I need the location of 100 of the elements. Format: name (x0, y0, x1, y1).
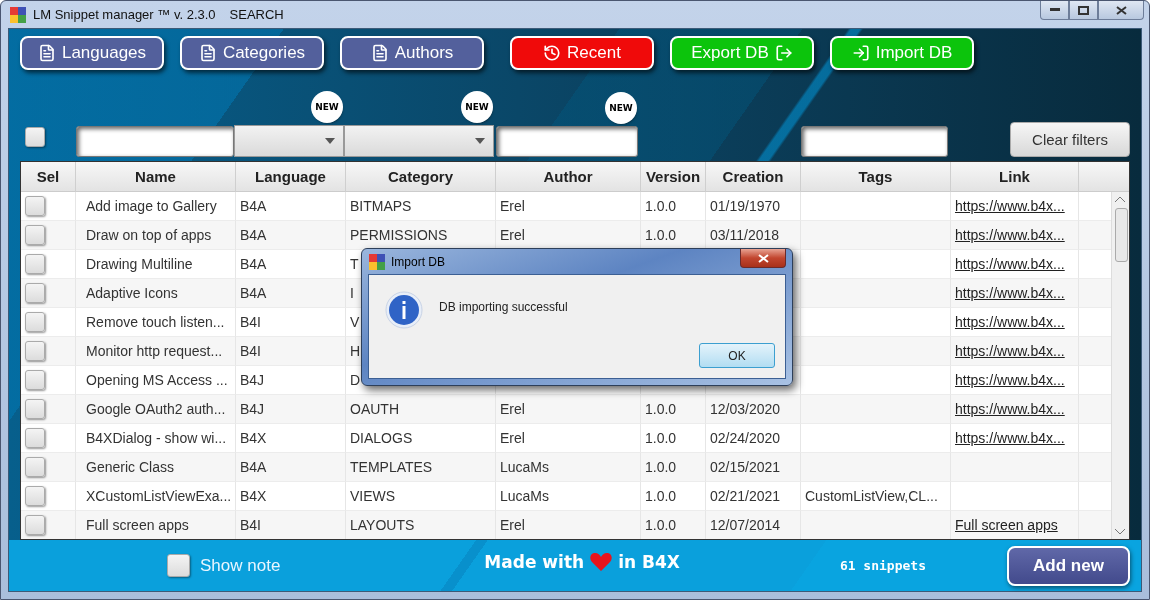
row-checkbox[interactable] (25, 341, 45, 361)
table-cell: Opening MS Access ... (76, 366, 236, 395)
row-checkbox[interactable] (25, 486, 45, 506)
snippet-link[interactable]: https://www.b4x... (955, 256, 1065, 272)
sign-out-icon (774, 44, 793, 62)
table-cell: 1.0.0 (641, 424, 706, 453)
table-cell: B4J (236, 395, 346, 424)
column-header[interactable]: Sel (21, 162, 76, 192)
clear-filters-button[interactable]: Clear filters (1010, 122, 1130, 157)
table-cell: BITMAPS (346, 192, 496, 221)
filter-dropdown[interactable] (234, 125, 344, 157)
close-icon (1115, 5, 1127, 15)
filter-field[interactable] (76, 126, 234, 157)
snippet-link[interactable]: https://www.b4x... (955, 314, 1065, 330)
table-cell: Full screen apps (76, 511, 236, 539)
row-checkbox[interactable] (25, 428, 45, 448)
scrollbar-thumb[interactable] (1115, 208, 1128, 262)
row-checkbox[interactable] (25, 254, 45, 274)
column-header[interactable]: Link (951, 162, 1079, 192)
column-header[interactable]: Version (641, 162, 706, 192)
snippet-link[interactable]: https://www.b4x... (955, 372, 1065, 388)
column-header[interactable]: Author (496, 162, 641, 192)
table-cell: 12/03/2020 (706, 395, 801, 424)
minimize-icon (1049, 8, 1060, 12)
table-cell: B4A (236, 279, 346, 308)
column-header[interactable]: Creation (706, 162, 801, 192)
table-cell: 1.0.0 (641, 511, 706, 539)
table-cell: 1.0.0 (641, 395, 706, 424)
table-cell: VIEWS (346, 482, 496, 511)
column-header[interactable]: Category (346, 162, 496, 192)
select-all-checkbox[interactable] (25, 127, 45, 147)
sign-in-icon (851, 44, 870, 62)
toolbar-button[interactable]: Recent (510, 36, 654, 70)
table-cell: 1.0.0 (641, 192, 706, 221)
filter-field[interactable] (801, 126, 948, 157)
show-note-checkbox[interactable] (167, 554, 190, 577)
column-header (1079, 162, 1129, 192)
row-checkbox[interactable] (25, 225, 45, 245)
table-cell: B4X (236, 482, 346, 511)
toolbar-button[interactable]: Authors (340, 36, 484, 70)
table-cell: XCustomListViewExa... (76, 482, 236, 511)
table-cell: B4I (236, 511, 346, 539)
snippet-link[interactable]: https://www.b4x... (955, 285, 1065, 301)
table-cell: 01/19/1970 (706, 192, 801, 221)
mode-label: SEARCH (229, 7, 284, 22)
minimize-button[interactable] (1040, 1, 1069, 20)
close-button[interactable] (1098, 1, 1144, 20)
table-cell: B4A (236, 453, 346, 482)
snippet-link[interactable]: Full screen apps (955, 517, 1058, 533)
table-cell: Generic Class (76, 453, 236, 482)
snippet-count: 61 snippets (839, 558, 926, 573)
scrollbar[interactable] (1111, 192, 1129, 539)
table-cell: B4A (236, 192, 346, 221)
snippet-link[interactable]: https://www.b4x... (955, 430, 1065, 446)
close-icon (757, 253, 769, 263)
table-cell: Add image to Gallery (76, 192, 236, 221)
snippet-link[interactable]: https://www.b4x... (955, 198, 1065, 214)
window-title: LM Snippet manager ™ v. 2.3.0 (33, 7, 216, 22)
info-icon (385, 291, 423, 329)
row-checkbox[interactable] (25, 515, 45, 535)
table-cell: B4XDialog - show wi... (76, 424, 236, 453)
column-header[interactable]: Name (76, 162, 236, 192)
snippet-link[interactable]: https://www.b4x... (955, 343, 1065, 359)
heart-icon (590, 552, 613, 571)
row-checkbox[interactable] (25, 283, 45, 303)
row-checkbox[interactable] (25, 370, 45, 390)
table-cell: PERMISSIONS (346, 221, 496, 250)
new-badge: NEW (313, 93, 341, 121)
toolbar-button[interactable]: Categories (180, 36, 324, 70)
add-new-button[interactable]: Add new (1007, 545, 1130, 586)
close-button[interactable] (740, 249, 786, 268)
document-icon (37, 44, 56, 62)
document-icon (198, 44, 217, 62)
table-cell: B4A (236, 250, 346, 279)
table-cell: LucaMs (496, 482, 641, 511)
caret-icon (475, 138, 485, 144)
toolbar-button[interactable]: Languages (20, 36, 164, 70)
row-checkbox[interactable] (25, 196, 45, 216)
caret-icon (325, 138, 335, 144)
maximize-button[interactable] (1069, 1, 1098, 20)
row-checkbox[interactable] (25, 399, 45, 419)
filter-field[interactable] (496, 126, 638, 157)
snippet-link[interactable]: https://www.b4x... (955, 401, 1065, 417)
table-cell: B4A (236, 221, 346, 250)
table-cell: Google OAuth2 auth... (76, 395, 236, 424)
table-cell: DIALOGS (346, 424, 496, 453)
column-header[interactable]: Tags (801, 162, 951, 192)
snippet-link[interactable]: https://www.b4x... (955, 227, 1065, 243)
row-checkbox[interactable] (25, 312, 45, 332)
filter-dropdown[interactable] (344, 125, 494, 157)
table-cell: Remove touch listen... (76, 308, 236, 337)
row-checkbox[interactable] (25, 457, 45, 477)
table-cell: LucaMs (496, 453, 641, 482)
table-cell: 1.0.0 (641, 482, 706, 511)
table-cell: 1.0.0 (641, 453, 706, 482)
ok-button[interactable]: OK (699, 343, 775, 368)
column-header[interactable]: Language (236, 162, 346, 192)
maximize-icon (1078, 5, 1089, 15)
table-cell: TEMPLATES (346, 453, 496, 482)
table-cell: Erel (496, 192, 641, 221)
